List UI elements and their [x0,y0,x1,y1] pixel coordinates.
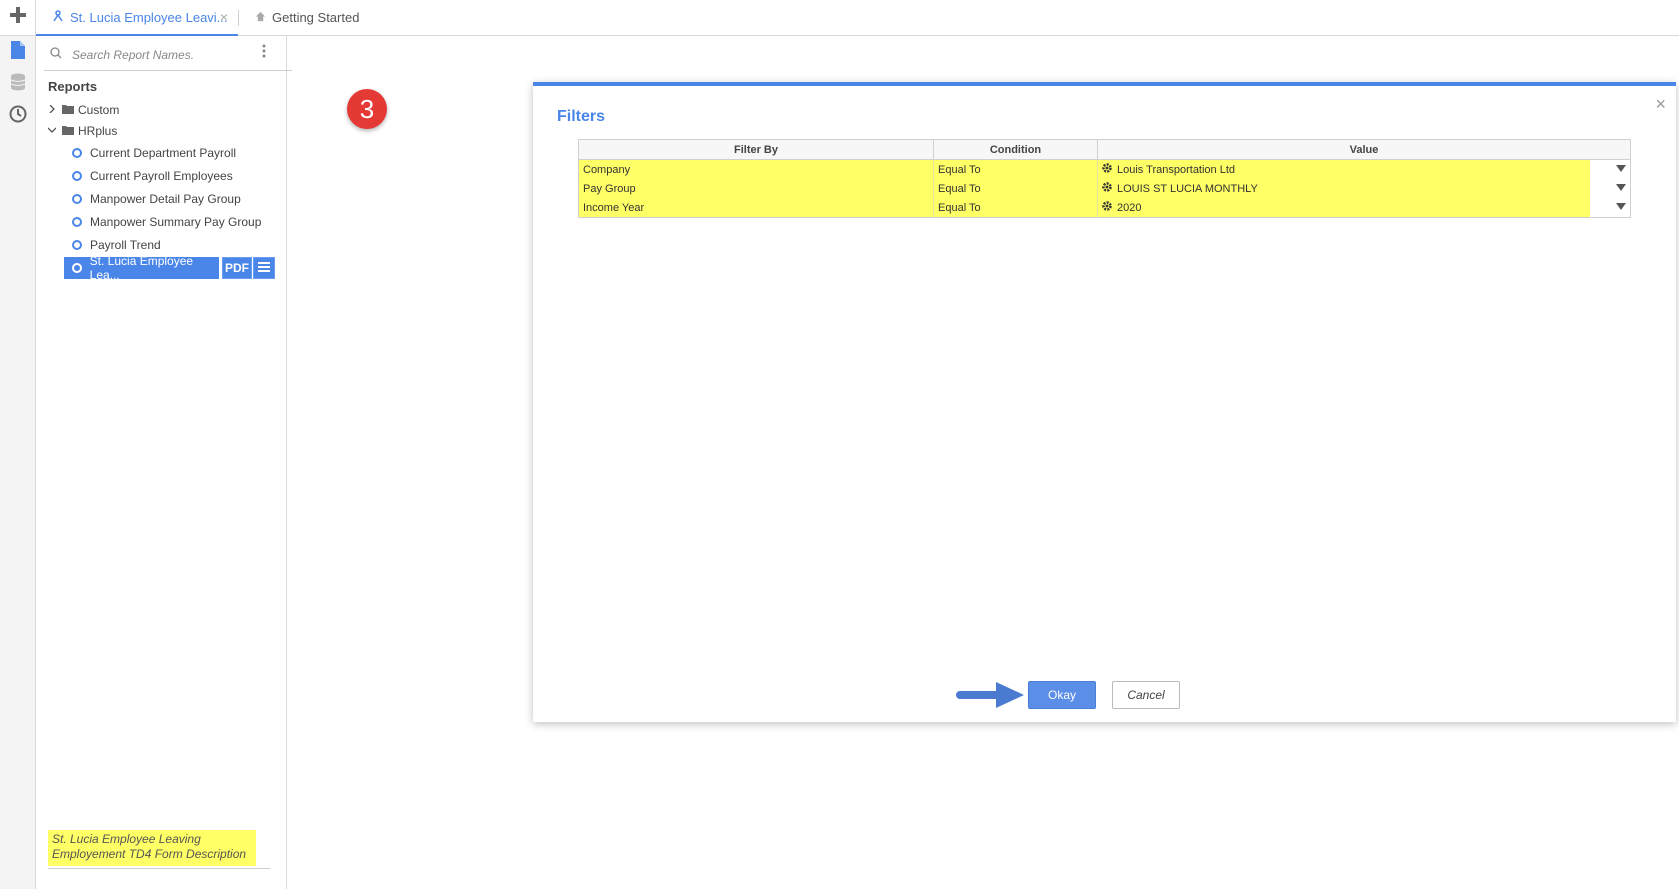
search-icon [50,46,62,64]
report-menu-button[interactable] [253,257,275,279]
report-item-selected[interactable]: St. Lucia Employee Lea... [64,254,219,282]
report-sidebar [36,36,292,889]
rail-history[interactable] [0,100,35,132]
condition-cell[interactable]: Equal To [934,198,1098,217]
tab-report[interactable]: St. Lucia Employee Leavi... × [36,0,238,36]
clock-icon [9,105,27,128]
report-dot-icon [72,194,82,204]
report-dot-icon [72,240,82,250]
dropdown-arrow-icon[interactable] [1616,203,1626,210]
left-rail [0,36,36,889]
report-dot-icon [72,171,82,181]
table-row[interactable]: Company Equal To Louis Transportation Lt… [579,160,1630,179]
report-item[interactable]: Current Department Payroll [72,143,236,163]
value-text: 2020 [1117,201,1142,214]
close-icon[interactable]: × [220,9,228,25]
filters-dialog: Filters × Filter By Condition Value Comp… [533,82,1676,722]
report-item[interactable]: Current Payroll Employees [72,166,233,186]
dropdown-arrow-icon[interactable] [1616,165,1626,172]
value-text: LOUIS ST LUCIA MONTHLY [1117,182,1258,195]
report-label: Current Payroll Employees [90,169,233,183]
chevron-right-icon [48,104,60,116]
close-icon[interactable]: × [1655,94,1666,115]
report-label: Current Department Payroll [90,146,237,160]
folder-label: HRplus [78,124,118,138]
column-header[interactable]: Filter By [579,140,934,159]
report-label: Payroll Trend [90,238,161,252]
tab-divider [238,10,239,26]
folder-icon [62,103,74,117]
filters-grid: Filter By Condition Value Company Equal … [578,139,1631,218]
rail-reports[interactable] [0,36,35,68]
report-item[interactable]: Payroll Trend [72,235,161,255]
folder-custom[interactable]: Custom [48,100,119,120]
cancel-button[interactable]: Cancel [1112,681,1180,709]
filter-by-cell[interactable]: Income Year [579,198,934,217]
report-description: St. Lucia Employee Leaving Employement T… [48,830,256,866]
report-label: St. Lucia Employee Lea... [89,254,194,282]
top-bar: St. Lucia Employee Leavi... × Getting St… [0,0,1679,36]
okay-button[interactable]: Okay [1028,681,1096,709]
dropdown-arrow-icon[interactable] [1616,184,1626,191]
report-icon [52,9,64,25]
more-options-icon[interactable] [262,44,272,64]
report-label: Manpower Detail Pay Group [90,192,241,206]
plus-icon [9,7,26,28]
table-row[interactable]: Pay Group Equal To LOUIS ST LUCIA MONTHL… [579,179,1630,198]
column-header[interactable]: Value [1098,140,1630,159]
tab-label: Getting Started [272,9,360,25]
folder-hrplus[interactable]: HRplus [47,121,118,141]
report-item[interactable]: Manpower Summary Pay Group [72,212,261,232]
database-icon [10,73,26,96]
filter-by-cell[interactable]: Pay Group [579,179,934,198]
tab-label: St. Lucia Employee Leavi... [70,9,228,25]
chevron-down-icon [47,126,60,137]
search-box [44,40,292,71]
report-label: Manpower Summary Pay Group [90,215,262,229]
gear-icon[interactable] [1101,181,1113,196]
step-badge: 3 [347,89,387,129]
value-cell[interactable]: 2020 [1097,198,1141,217]
report-dot-icon [72,263,82,273]
tab-getting-started[interactable]: Getting Started [255,0,359,34]
divider [48,868,270,869]
value-cell[interactable]: Louis Transportation Ltd [1097,160,1235,179]
condition-cell[interactable]: Equal To [934,179,1098,198]
column-header[interactable]: Condition [934,140,1098,159]
add-tab-button[interactable] [0,0,36,35]
condition-cell[interactable]: Equal To [934,160,1098,179]
hamburger-icon [258,259,270,277]
reports-heading: Reports [48,79,98,94]
pdf-button[interactable]: PDF [222,257,252,279]
arrow-pointer-icon [956,680,1026,715]
home-icon [255,10,266,25]
rail-data[interactable] [0,68,35,100]
report-dot-icon [72,148,82,158]
search-input[interactable] [70,47,264,63]
grid-header: Filter By Condition Value [579,140,1630,160]
report-item[interactable]: Manpower Detail Pay Group [72,189,241,209]
table-row[interactable]: Income Year Equal To 2020 [579,198,1630,217]
value-cell[interactable]: LOUIS ST LUCIA MONTHLY [1097,179,1258,198]
folder-label: Custom [78,103,120,117]
folder-icon [62,124,74,138]
report-dot-icon [72,217,82,227]
dialog-title: Filters [557,108,606,125]
gear-icon[interactable] [1101,162,1113,177]
gear-icon[interactable] [1101,200,1113,215]
filter-by-cell[interactable]: Company [579,160,934,179]
value-text: Louis Transportation Ltd [1117,163,1236,176]
document-icon [10,40,25,64]
